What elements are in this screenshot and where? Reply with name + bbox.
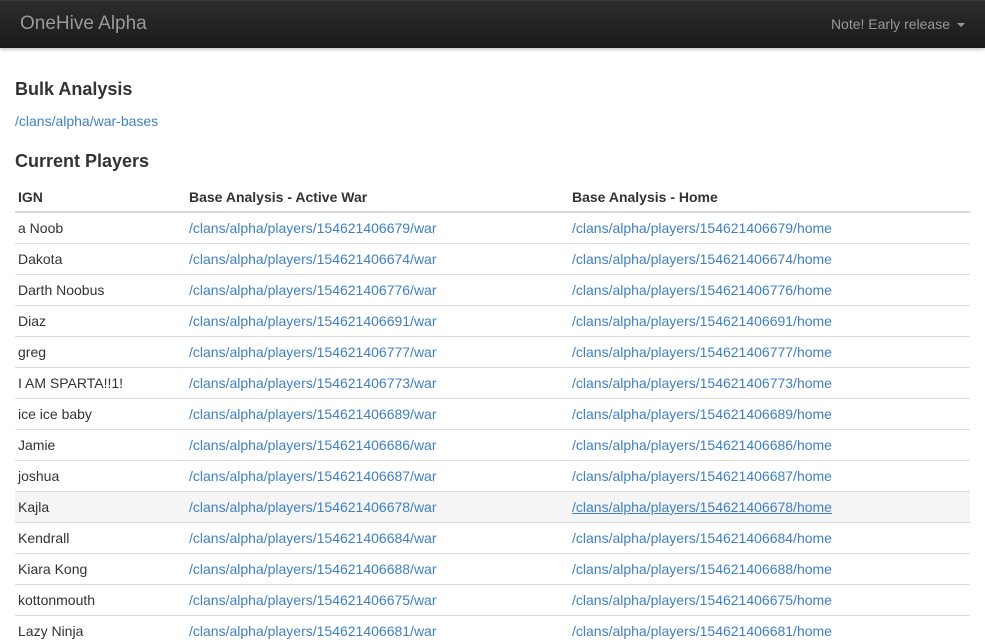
brand-link[interactable]: OneHive Alpha [20,0,147,48]
war-analysis-link[interactable]: /clans/alpha/players/154621406689/war [189,406,437,422]
war-analysis-link[interactable]: /clans/alpha/players/154621406773/war [189,375,437,391]
player-ign: Jamie [15,430,186,461]
caret-down-icon [957,23,965,27]
table-row: Dakota /clans/alpha/players/154621406674… [15,244,970,275]
bulk-analysis-heading: Bulk Analysis [15,79,970,100]
war-analysis-link[interactable]: /clans/alpha/players/154621406684/war [189,530,437,546]
war-analysis-link[interactable]: /clans/alpha/players/154621406681/war [189,623,437,639]
war-analysis-link[interactable]: /clans/alpha/players/154621406688/war [189,561,437,577]
player-ign: joshua [15,461,186,492]
table-row: Jamie /clans/alpha/players/154621406686/… [15,430,970,461]
home-analysis-link[interactable]: /clans/alpha/players/154621406691/home [572,313,832,329]
player-ign: ice ice baby [15,399,186,430]
table-row: ice ice baby /clans/alpha/players/154621… [15,399,970,430]
column-header-home: Base Analysis - Home [569,183,970,212]
war-analysis-link[interactable]: /clans/alpha/players/154621406674/war [189,251,437,267]
player-ign: Kendrall [15,523,186,554]
home-analysis-link[interactable]: /clans/alpha/players/154621406681/home [572,623,832,639]
war-analysis-link[interactable]: /clans/alpha/players/154621406691/war [189,313,437,329]
home-analysis-link[interactable]: /clans/alpha/players/154621406684/home [572,530,832,546]
table-row: Kendrall /clans/alpha/players/1546214066… [15,523,970,554]
table-row: Diaz /clans/alpha/players/154621406691/w… [15,306,970,337]
home-analysis-link[interactable]: /clans/alpha/players/154621406679/home [572,220,832,236]
table-row: a Noob /clans/alpha/players/154621406679… [15,212,970,244]
top-navbar: OneHive Alpha Note! Early release [0,0,985,48]
home-analysis-link[interactable]: /clans/alpha/players/154621406674/home [572,251,832,267]
home-analysis-link[interactable]: /clans/alpha/players/154621406689/home [572,406,832,422]
player-ign: greg [15,337,186,368]
column-header-active-war: Base Analysis - Active War [186,183,569,212]
column-header-ign: IGN [15,183,186,212]
table-row: Kiara Kong /clans/alpha/players/15462140… [15,554,970,585]
player-ign: I AM SPARTA!!1! [15,368,186,399]
player-ign: a Noob [15,212,186,244]
table-row: Kajla /clans/alpha/players/154621406678/… [15,492,970,523]
table-header-row: IGN Base Analysis - Active War Base Anal… [15,183,970,212]
war-analysis-link[interactable]: /clans/alpha/players/154621406687/war [189,468,437,484]
release-note-dropdown[interactable]: Note! Early release [831,16,965,32]
home-analysis-link[interactable]: /clans/alpha/players/154621406675/home [572,592,832,608]
home-analysis-link[interactable]: /clans/alpha/players/154621406776/home [572,282,832,298]
player-ign: kottonmouth [15,585,186,616]
player-ign: Kiara Kong [15,554,186,585]
war-analysis-link[interactable]: /clans/alpha/players/154621406679/war [189,220,437,236]
player-ign: Darth Noobus [15,275,186,306]
home-analysis-link[interactable]: /clans/alpha/players/154621406687/home [572,468,832,484]
table-row: I AM SPARTA!!1! /clans/alpha/players/154… [15,368,970,399]
table-row: Lazy Ninja /clans/alpha/players/15462140… [15,616,970,640]
home-analysis-link[interactable]: /clans/alpha/players/154621406686/home [572,437,832,453]
home-analysis-link[interactable]: /clans/alpha/players/154621406688/home [572,561,832,577]
war-analysis-link[interactable]: /clans/alpha/players/154621406686/war [189,437,437,453]
player-ign: Kajla [15,492,186,523]
release-note-label: Note! Early release [831,16,950,32]
players-table: IGN Base Analysis - Active War Base Anal… [15,183,970,640]
table-row: Darth Noobus /clans/alpha/players/154621… [15,275,970,306]
war-analysis-link[interactable]: /clans/alpha/players/154621406777/war [189,344,437,360]
table-row: greg /clans/alpha/players/154621406777/w… [15,337,970,368]
war-analysis-link[interactable]: /clans/alpha/players/154621406776/war [189,282,437,298]
home-analysis-link[interactable]: /clans/alpha/players/154621406777/home [572,344,832,360]
player-ign: Lazy Ninja [15,616,186,640]
war-bases-link[interactable]: /clans/alpha/war-bases [15,113,158,129]
current-players-heading: Current Players [15,151,970,172]
main-content: Bulk Analysis /clans/alpha/war-bases Cur… [0,79,985,640]
player-ign: Dakota [15,244,186,275]
war-analysis-link[interactable]: /clans/alpha/players/154621406675/war [189,592,437,608]
table-row: joshua /clans/alpha/players/154621406687… [15,461,970,492]
home-analysis-link[interactable]: /clans/alpha/players/154621406773/home [572,375,832,391]
table-row: kottonmouth /clans/alpha/players/1546214… [15,585,970,616]
war-analysis-link[interactable]: /clans/alpha/players/154621406678/war [189,499,437,515]
home-analysis-link[interactable]: /clans/alpha/players/154621406678/home [572,499,832,515]
player-ign: Diaz [15,306,186,337]
